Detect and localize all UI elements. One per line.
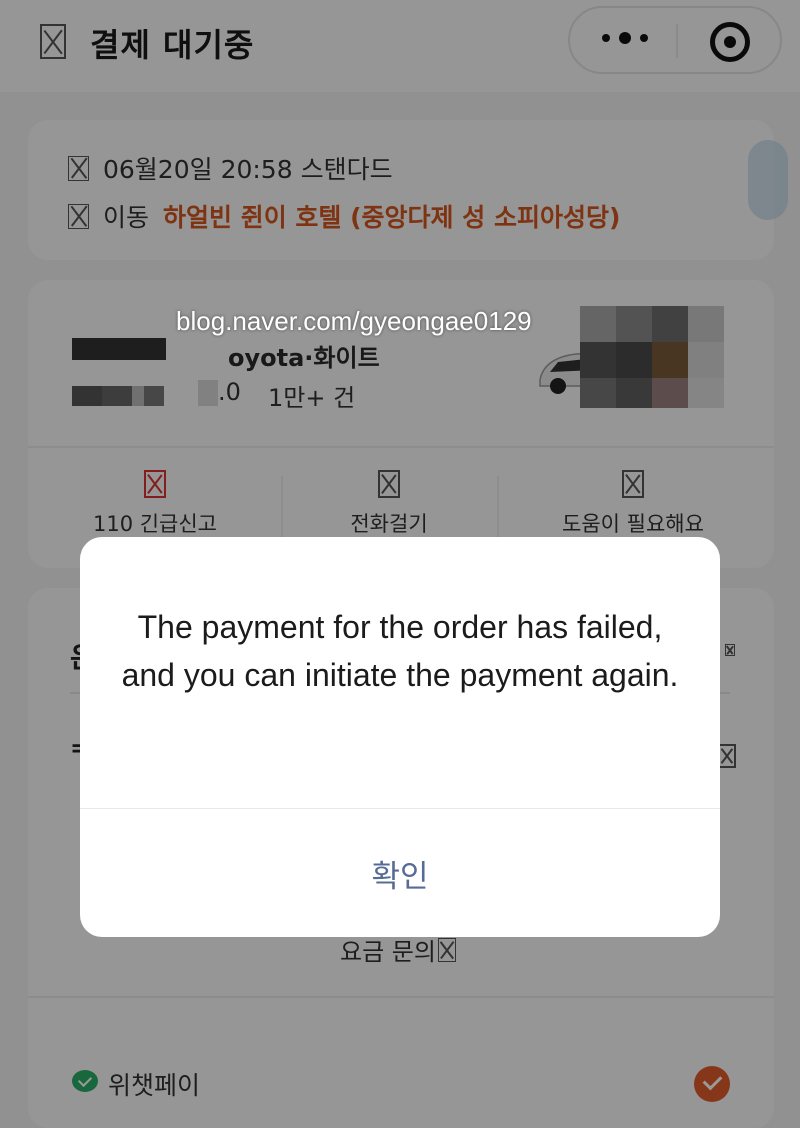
dialog-message: The payment for the order has failed, an… [121,609,679,693]
confirm-button[interactable]: 확인 [80,809,720,937]
watermark-text: blog.naver.com/gyeongae0129 [176,306,532,336]
payment-failed-dialog: The payment for the order has failed, an… [80,537,720,937]
